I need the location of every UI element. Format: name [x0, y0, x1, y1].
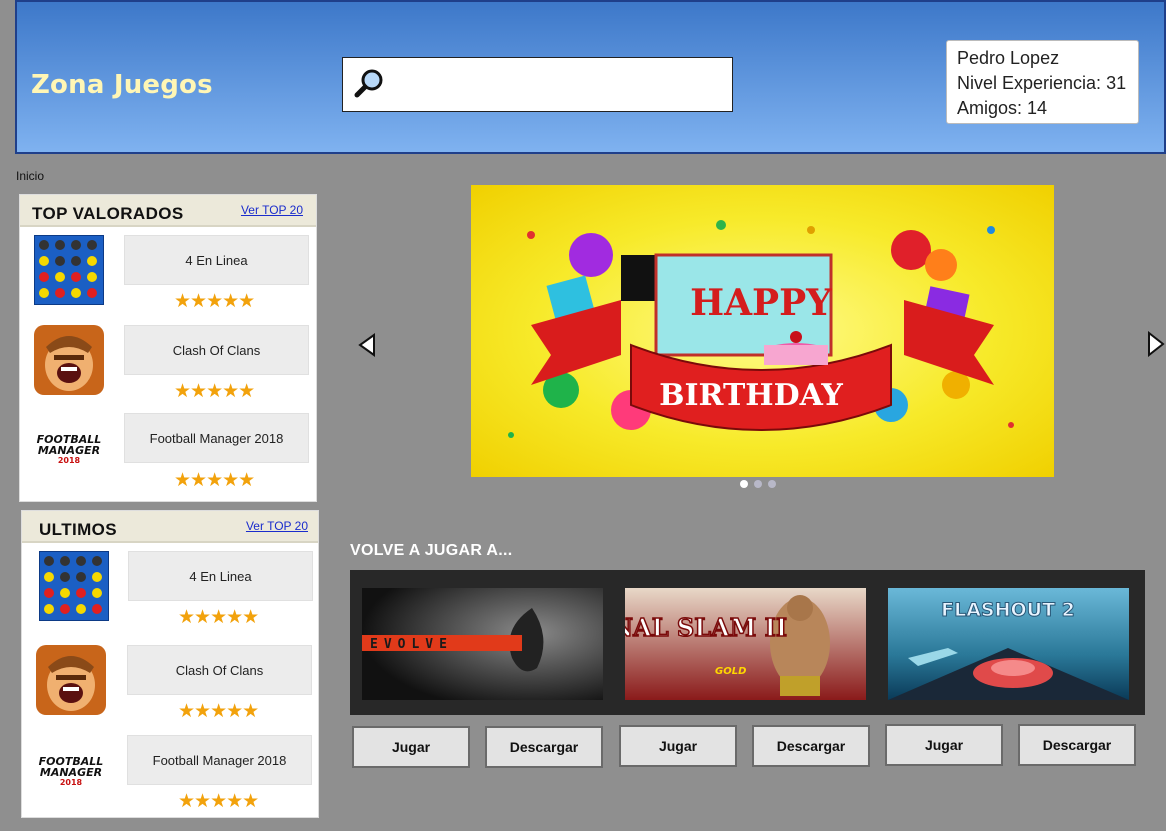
carousel-next-arrow-icon[interactable] [1146, 331, 1166, 357]
game-card-flashout[interactable]: FLASHOUT 2 [888, 588, 1129, 700]
birthday-illustration: HAPPY BIRTHDAY [508, 220, 1014, 438]
site-logo[interactable]: Zona Juegos [31, 70, 213, 100]
carousel-dot[interactable] [740, 480, 748, 488]
play-again-title: VOLVE A JUGAR A... [350, 542, 513, 559]
game-card-final-slam[interactable]: FINAL SLAM II GOLD [625, 588, 866, 700]
carousel-indicator [740, 480, 776, 488]
game-card-evolve[interactable]: EVOLVE [362, 588, 603, 700]
user-info-card[interactable]: Pedro Lopez Nivel Experiencia: 31 Amigos… [946, 40, 1139, 124]
download-button[interactable]: Descargar [485, 726, 603, 768]
rating-stars: ★★★★★ [178, 607, 259, 628]
search-icon[interactable] [353, 68, 385, 100]
svg-text:2018: 2018 [60, 778, 83, 787]
panel-title: TOP VALORADOS [32, 204, 184, 223]
clash-of-clans-icon[interactable] [36, 645, 106, 715]
game-name[interactable]: 4 En Linea [128, 551, 313, 601]
rating-stars: ★★★★★ [174, 381, 255, 402]
search-box[interactable] [342, 57, 733, 112]
card-title: FINAL SLAM II [625, 613, 787, 642]
latest-panel: ULTIMOS Ver TOP 20 4 En Linea ★★★★★ Clas… [21, 510, 319, 818]
connect-four-icon[interactable] [34, 235, 104, 305]
play-button[interactable]: Jugar [885, 724, 1003, 766]
rating-stars: ★★★★★ [178, 791, 259, 812]
user-level: Nivel Experiencia: 31 [957, 73, 1127, 93]
rating-stars: ★★★★★ [174, 291, 255, 312]
carousel-slide-birthday[interactable]: HAPPY BIRTHDAY [471, 185, 1054, 477]
list-item[interactable]: 4 En Linea ★★★★★ [20, 235, 318, 325]
card-title: EVOLVE [370, 637, 453, 652]
download-button[interactable]: Descargar [752, 725, 870, 767]
football-manager-logo[interactable]: FOOTBALL MANAGER 2018 [36, 735, 106, 805]
banner-line1: HAPPY [690, 282, 833, 324]
game-name[interactable]: Clash Of Clans [124, 325, 309, 375]
see-top20-link[interactable]: Ver TOP 20 [241, 203, 303, 217]
game-name[interactable]: 4 En Linea [124, 235, 309, 285]
list-item[interactable]: FOOTBALL MANAGER 2018 Football Manager 2… [20, 413, 318, 503]
user-name: Pedro Lopez [957, 48, 1060, 68]
game-name[interactable]: Football Manager 2018 [127, 735, 312, 785]
panel-header: ULTIMOS Ver TOP 20 [22, 511, 318, 543]
see-top20-link[interactable]: Ver TOP 20 [246, 519, 308, 533]
panel-header: TOP VALORADOS Ver TOP 20 [20, 195, 316, 227]
list-item[interactable]: FOOTBALL MANAGER 2018 Football Manager 2… [22, 735, 320, 825]
breadcrumb[interactable]: Inicio [16, 169, 44, 183]
game-name[interactable]: Football Manager 2018 [124, 413, 309, 463]
game-name[interactable]: Clash Of Clans [127, 645, 312, 695]
list-item[interactable]: Clash Of Clans ★★★★★ [20, 325, 318, 415]
football-manager-logo[interactable]: FOOTBALL MANAGER 2018 [34, 413, 104, 483]
svg-text:2018: 2018 [58, 456, 81, 465]
rating-stars: ★★★★★ [174, 470, 255, 491]
banner-line2: BIRTHDAY [659, 378, 843, 413]
top-rated-panel: TOP VALORADOS Ver TOP 20 4 En Linea ★★★★… [19, 194, 317, 502]
search-input[interactable] [393, 66, 723, 104]
play-button[interactable]: Jugar [352, 726, 470, 768]
list-item[interactable]: 4 En Linea ★★★★★ [22, 551, 320, 641]
rating-stars: ★★★★★ [178, 701, 259, 722]
carousel-dot[interactable] [768, 480, 776, 488]
card-title: FLASHOUT 2 [941, 599, 1075, 621]
header: Zona Juegos Pedro Lopez Nivel Experienci… [15, 0, 1166, 154]
carousel-prev-arrow-icon[interactable] [357, 333, 377, 357]
card-badge: GOLD [715, 666, 746, 677]
play-button[interactable]: Jugar [619, 725, 737, 767]
panel-title: ULTIMOS [39, 520, 118, 539]
user-friends: Amigos: 14 [957, 98, 1048, 118]
list-item[interactable]: Clash Of Clans ★★★★★ [22, 645, 320, 735]
connect-four-icon[interactable] [39, 551, 109, 621]
download-button[interactable]: Descargar [1018, 724, 1136, 766]
clash-of-clans-icon[interactable] [34, 325, 104, 395]
carousel-dot[interactable] [754, 480, 762, 488]
play-again-strip: EVOLVE FINAL SLAM II GOLD [350, 570, 1145, 715]
